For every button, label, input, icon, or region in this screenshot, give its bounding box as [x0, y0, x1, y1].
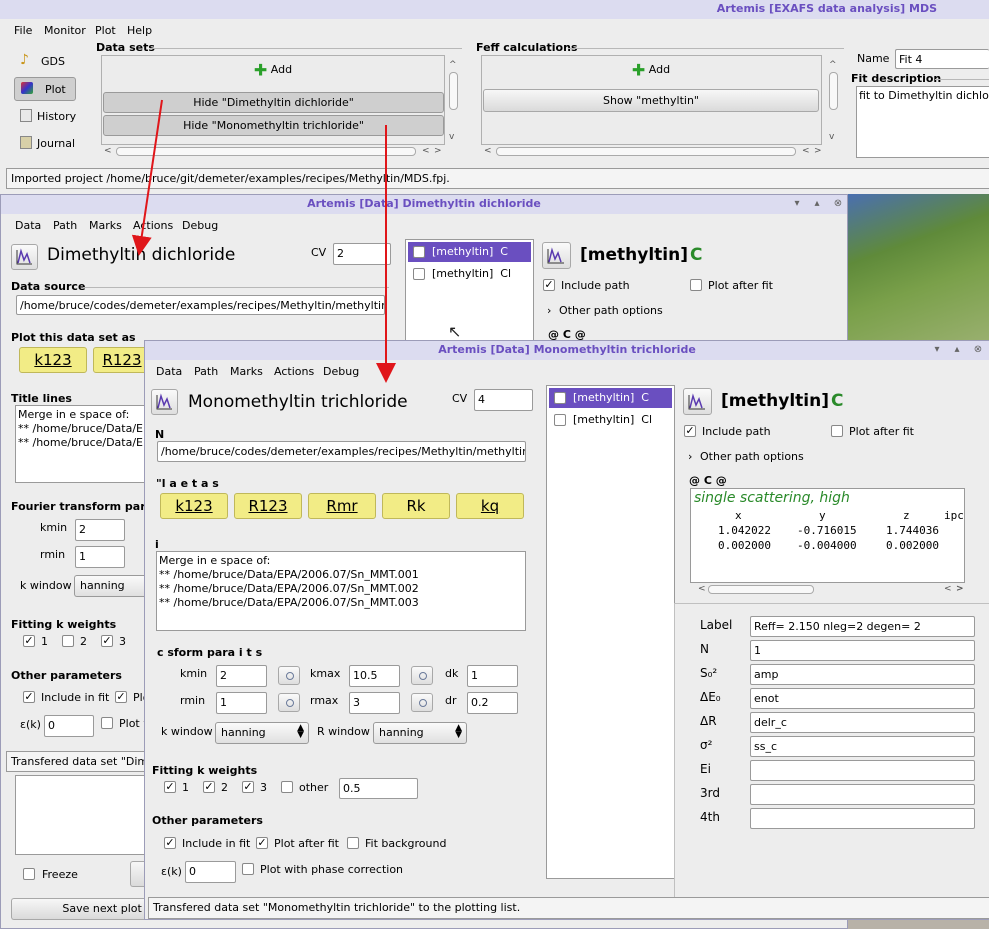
annotation-arrows [131, 99, 396, 383]
arrow-to-dimethyltin [131, 99, 163, 256]
